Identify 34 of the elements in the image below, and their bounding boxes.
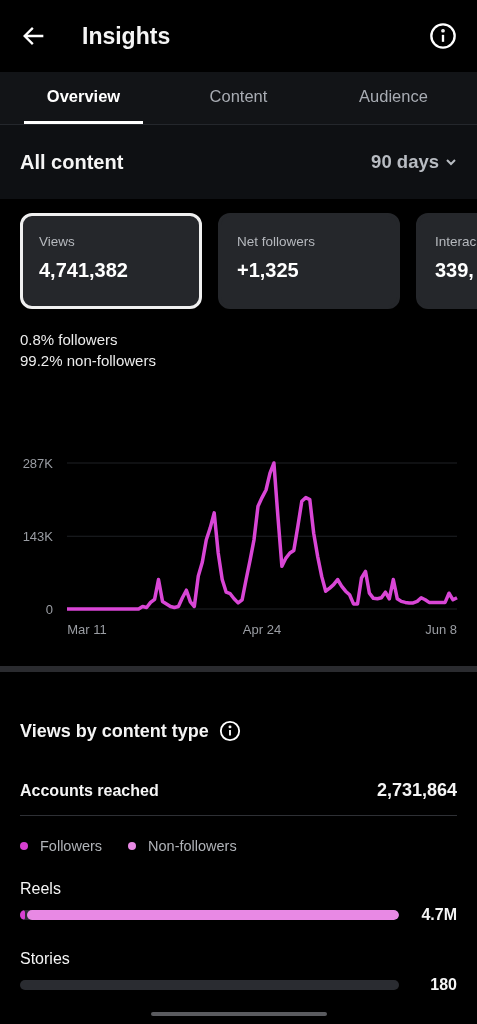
legend-label: Non-followers xyxy=(148,838,237,854)
info-icon[interactable] xyxy=(429,22,457,50)
audience-share: 99.2% non-followers xyxy=(20,352,157,369)
metric-card[interactable]: Interac 339, xyxy=(416,213,477,309)
metric-label: Net followers xyxy=(237,234,317,249)
section-title: Views by content type xyxy=(20,720,209,742)
range-dropdown[interactable]: 90 days xyxy=(371,151,457,173)
axis-label: 287K xyxy=(22,456,53,471)
bar-value: 4.7M xyxy=(420,906,457,924)
audience-share: 0.8% followers xyxy=(20,331,119,348)
metric-card[interactable]: Views 4,741,382 xyxy=(20,213,202,309)
reach-label: Accounts reached xyxy=(20,781,159,800)
metric-value: +1,325 xyxy=(237,259,300,282)
chevron-down-icon xyxy=(445,156,457,168)
metric-value: 339, xyxy=(435,259,475,282)
legend-label: Followers xyxy=(40,838,103,854)
axis-label: Jun 8 xyxy=(425,622,457,637)
metric-card[interactable]: Net followers +1,325 xyxy=(218,213,400,309)
axis-label: Apr 24 xyxy=(242,622,282,637)
axis-label: 143K xyxy=(22,529,53,545)
reach-value: 2,731,864 xyxy=(376,780,457,801)
bar-value: 180 xyxy=(429,976,457,994)
info-icon[interactable] xyxy=(218,720,241,742)
metric-label: Views xyxy=(39,234,76,249)
tab[interactable]: Audience xyxy=(334,72,453,124)
axis-label: Mar 11 xyxy=(67,622,107,637)
content-type-label: Stories xyxy=(20,950,71,968)
page-title: Insights xyxy=(82,22,172,50)
tab[interactable]: Content xyxy=(179,72,298,124)
metric-value: 4,741,382 xyxy=(39,259,129,282)
content-type-label: Reels xyxy=(20,880,62,898)
metric-label: Interac xyxy=(435,234,477,249)
axis-label: 0 xyxy=(45,602,53,617)
section-title: All content xyxy=(20,150,124,174)
